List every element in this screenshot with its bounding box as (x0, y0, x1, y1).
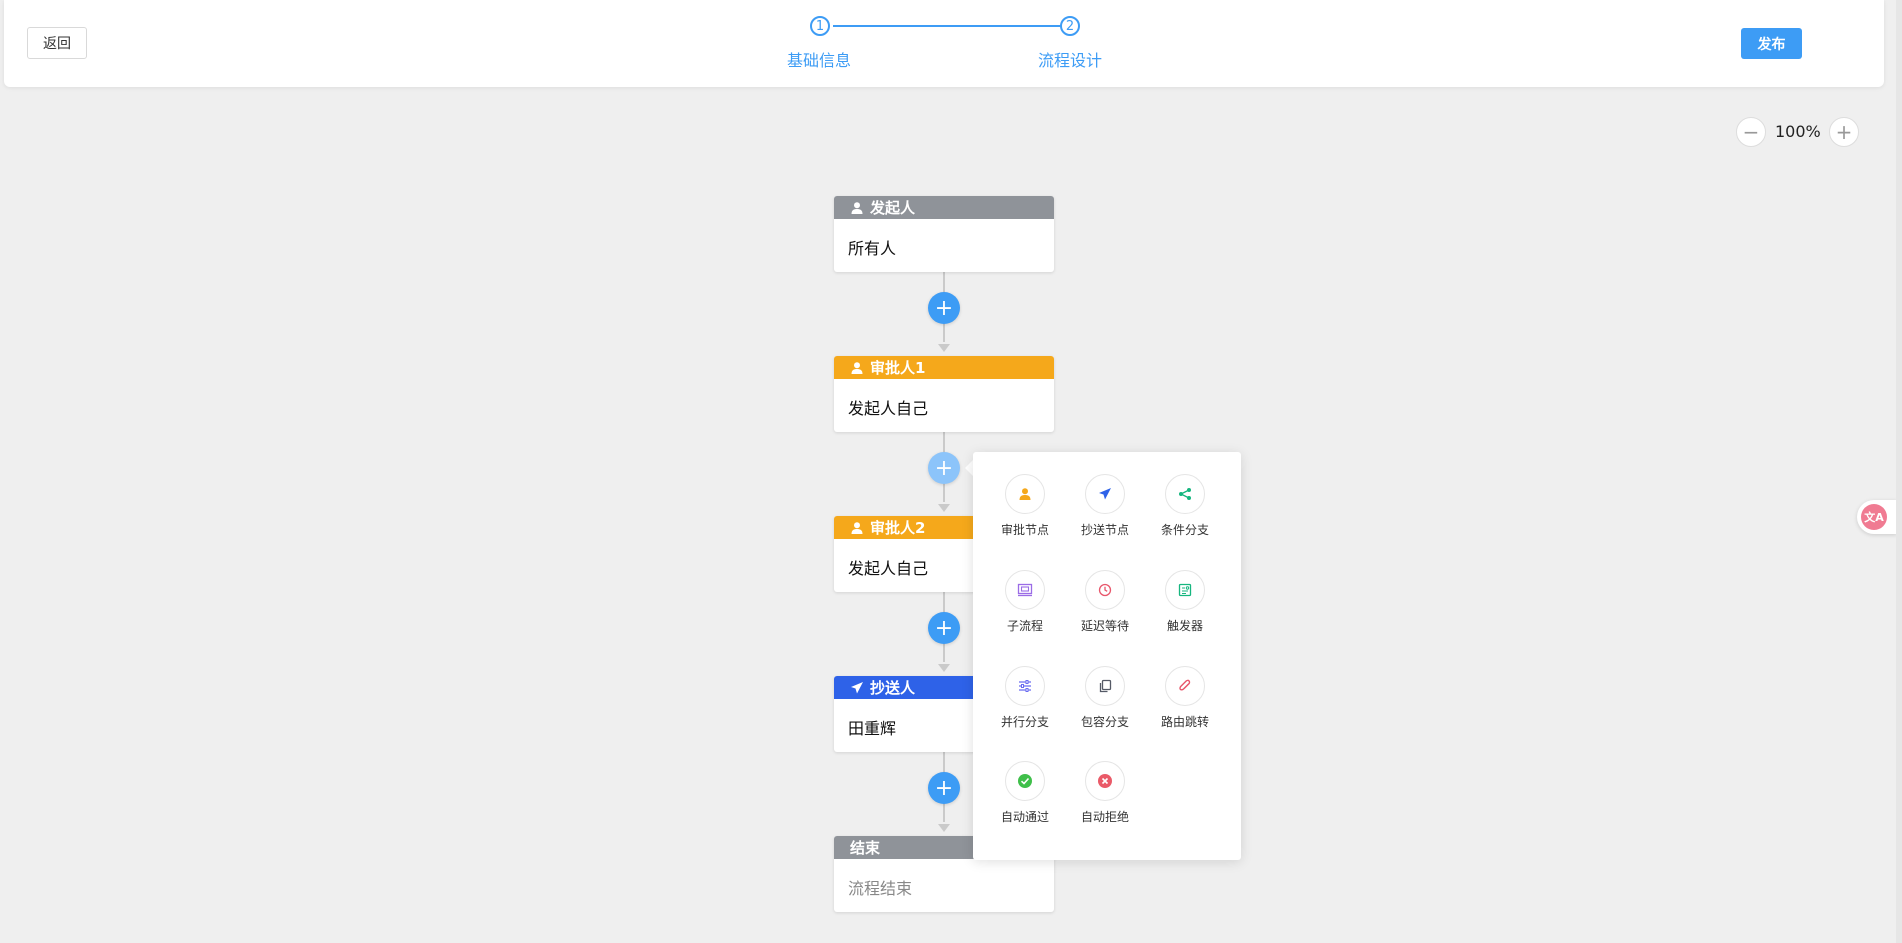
node-type-auto-approve[interactable]: 自动通过 (990, 761, 1060, 825)
node-type-auto-reject[interactable]: 自动拒绝 (1070, 761, 1140, 825)
flow-arrow (938, 824, 950, 832)
flow-node-approver-1[interactable]: 审批人1 发起人自己 (834, 356, 1054, 432)
user-icon (850, 361, 864, 375)
translate-float-button[interactable]: 文A (1857, 500, 1897, 534)
clock-icon (1085, 570, 1125, 610)
node-content: 流程结束 (848, 879, 913, 898)
node-type-label: 触发器 (1166, 619, 1203, 633)
node-type-condition[interactable]: 条件分支 (1150, 474, 1220, 538)
node-type-label: 延迟等待 (1080, 619, 1129, 633)
steps-connector (833, 25, 1073, 27)
add-node-button[interactable]: + (928, 772, 960, 804)
zoom-level: 100% (1775, 122, 1821, 141)
node-content: 发起人自己 (848, 399, 929, 418)
send-icon (1085, 474, 1125, 514)
step-1-circle[interactable]: 1 (810, 16, 830, 36)
paperclip-icon (1165, 666, 1205, 706)
zoom-out-button[interactable]: − (1736, 117, 1766, 147)
node-title: 审批人1 (870, 359, 926, 377)
node-type-subprocess[interactable]: 子流程 (990, 570, 1060, 634)
popup-arrow (965, 460, 973, 476)
add-node-popup: 审批节点 抄送节点 条件分支 子流程 延迟等待 触发器 并行分支 包容分支 路由… (973, 452, 1241, 860)
user-icon (850, 201, 864, 215)
node-type-label: 并行分支 (1000, 715, 1049, 729)
step-1-label[interactable]: 基础信息 (787, 47, 851, 71)
flow-arrow (938, 344, 950, 352)
approver-icon (1005, 474, 1045, 514)
node-header: 审批人1 (834, 356, 1054, 379)
publish-button[interactable]: 发布 (1741, 28, 1802, 59)
step-2-label[interactable]: 流程设计 (1038, 47, 1102, 71)
vertical-scrollbar[interactable] (1896, 0, 1902, 943)
node-type-label: 包容分支 (1080, 715, 1129, 729)
node-type-label: 自动通过 (1000, 810, 1049, 824)
node-type-label: 子流程 (1006, 619, 1043, 633)
node-type-parallel[interactable]: 并行分支 (990, 666, 1060, 730)
flow-arrow (938, 504, 950, 512)
user-icon (850, 521, 864, 535)
node-type-label: 抄送节点 (1080, 523, 1129, 537)
zoom-in-button[interactable]: + (1829, 117, 1859, 147)
top-header: 返回 1 基础信息 2 流程设计 发布 (4, 0, 1884, 87)
node-type-approver[interactable]: 审批节点 (990, 474, 1060, 538)
node-type-label: 审批节点 (1000, 523, 1049, 537)
node-type-label: 路由跳转 (1160, 715, 1209, 729)
add-node-button[interactable]: + (928, 292, 960, 324)
node-content: 所有人 (848, 239, 897, 258)
sliders-icon (1005, 666, 1045, 706)
node-title: 抄送人 (870, 679, 916, 697)
send-icon (850, 681, 864, 695)
add-node-button-active[interactable]: + (928, 452, 960, 484)
share-icon (1165, 474, 1205, 514)
back-button[interactable]: 返回 (27, 27, 87, 59)
translate-icon: 文A (1861, 504, 1887, 530)
trigger-icon (1165, 570, 1205, 610)
subprocess-icon (1005, 570, 1045, 610)
node-type-route[interactable]: 路由跳转 (1150, 666, 1220, 730)
node-type-label: 条件分支 (1160, 523, 1209, 537)
node-title: 发起人 (870, 199, 916, 217)
node-title: 结束 (850, 839, 881, 857)
node-type-trigger[interactable]: 触发器 (1150, 570, 1220, 634)
node-type-delay[interactable]: 延迟等待 (1070, 570, 1140, 634)
node-type-inclusive[interactable]: 包容分支 (1070, 666, 1140, 730)
node-type-cc[interactable]: 抄送节点 (1070, 474, 1140, 538)
node-type-label: 自动拒绝 (1080, 810, 1129, 824)
flow-node-initiator[interactable]: 发起人 所有人 (834, 196, 1054, 272)
node-header: 发起人 (834, 196, 1054, 219)
add-node-button[interactable]: + (928, 612, 960, 644)
check-circle-icon (1005, 761, 1045, 801)
copy-icon (1085, 666, 1125, 706)
x-circle-icon (1085, 761, 1125, 801)
flow-arrow (938, 664, 950, 672)
node-title: 审批人2 (870, 519, 926, 537)
step-2-circle[interactable]: 2 (1060, 16, 1080, 36)
